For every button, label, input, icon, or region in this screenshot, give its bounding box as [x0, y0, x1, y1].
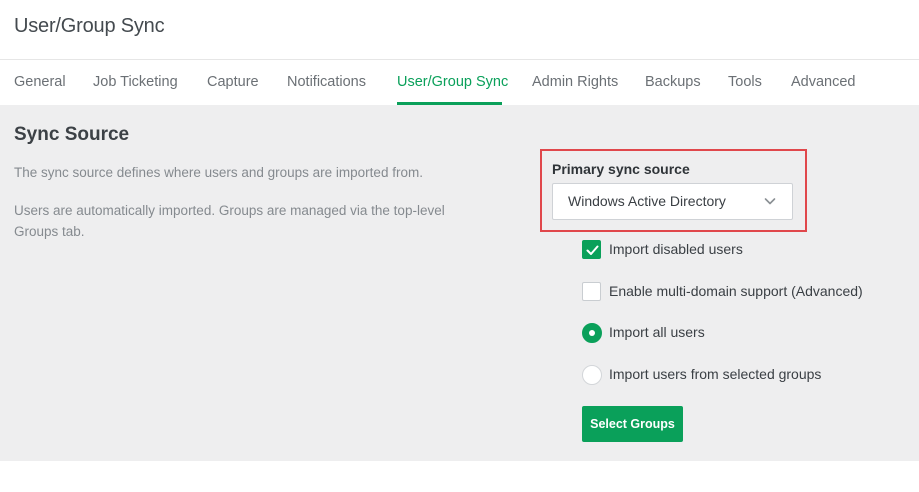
tab-user-group-sync[interactable]: User/Group Sync [397, 74, 508, 90]
import-disabled-users-label: Import disabled users [609, 241, 743, 257]
primary-sync-source-select[interactable]: Windows Active Directory [552, 183, 793, 220]
page-title: User/Group Sync [14, 15, 165, 37]
groups-description: Users are automatically imported. Groups… [14, 203, 445, 239]
page-header: User/Group Sync [0, 0, 919, 60]
tab-capture[interactable]: Capture [207, 74, 259, 90]
import-all-users-label: Import all users [609, 324, 705, 340]
multi-domain-label: Enable multi-domain support (Advanced) [609, 283, 863, 299]
tab-bar: General Job Ticketing Capture Notificati… [0, 60, 919, 105]
chevron-down-icon [764, 198, 776, 205]
sync-source-description: The sync source defines where users and … [14, 165, 423, 180]
import-selected-groups-label: Import users from selected groups [609, 366, 822, 382]
primary-sync-source-value: Windows Active Directory [568, 193, 726, 209]
select-groups-button[interactable]: Select Groups [582, 406, 683, 442]
section-title: Sync Source [14, 124, 130, 145]
tab-general[interactable]: General [14, 74, 66, 90]
tab-backups[interactable]: Backups [645, 74, 701, 90]
tab-job-ticketing[interactable]: Job Ticketing [93, 74, 178, 90]
import-selected-groups-radio[interactable] [582, 365, 602, 385]
import-all-users-radio[interactable] [582, 323, 602, 343]
tab-admin-rights[interactable]: Admin Rights [532, 74, 618, 90]
tab-advanced[interactable]: Advanced [791, 74, 856, 90]
sync-source-panel: Sync Source The sync source defines wher… [0, 105, 919, 461]
tab-tools[interactable]: Tools [728, 74, 762, 90]
primary-sync-source-label: Primary sync source [552, 161, 690, 177]
import-disabled-users-checkbox[interactable] [582, 240, 601, 259]
checkmark-icon [586, 245, 599, 255]
multi-domain-checkbox[interactable] [582, 282, 601, 301]
settings-page: User/Group Sync General Job Ticketing Ca… [0, 0, 919, 492]
tab-notifications[interactable]: Notifications [287, 74, 366, 90]
